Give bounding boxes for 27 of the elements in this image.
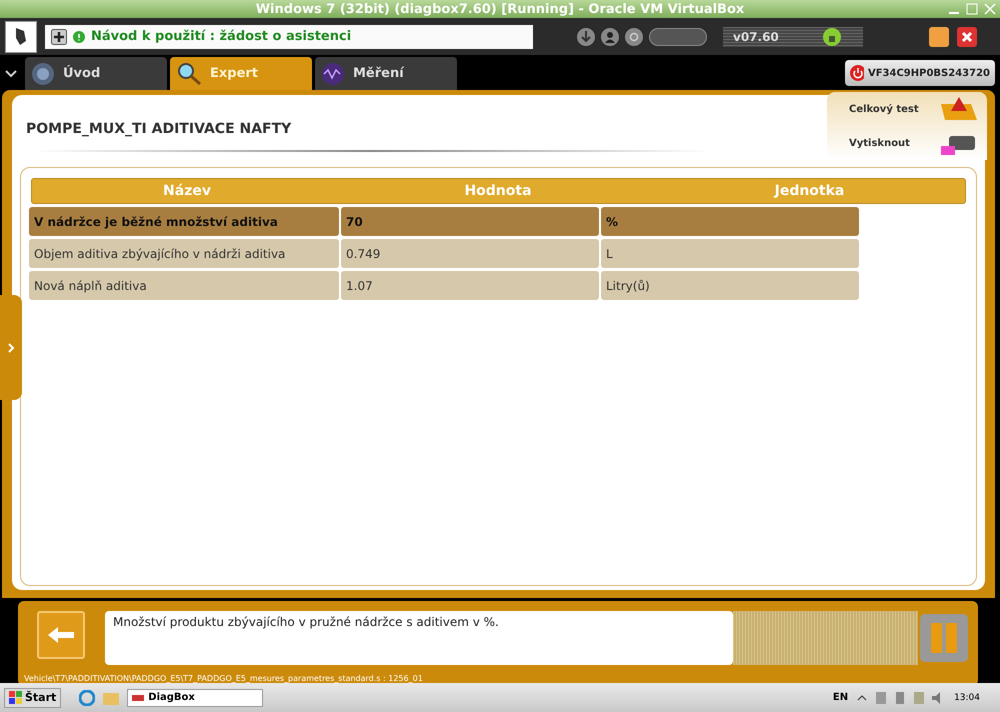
version-text: v07.60 xyxy=(733,30,779,44)
file-path: Vehicle\T7\PADDITIVATION\PADDGO_E5\T7_PADDGO_E5_mesures_parametres_standard.s : 1256_01 xyxy=(24,674,423,683)
table-cell: V nádržce je běžné množství aditiva xyxy=(29,207,339,236)
table-cell: L xyxy=(601,239,859,268)
vin-button[interactable]: VF34C9HP0BS243720 xyxy=(845,60,995,86)
table-cell: Litry(ů) xyxy=(601,271,859,300)
table-cell: Nová náplň aditiva xyxy=(29,271,339,300)
column-header: Název xyxy=(162,183,212,199)
info-text: Návod k použití : žádost o asistenci xyxy=(91,29,352,44)
test-button[interactable]: Celkový test xyxy=(849,96,979,122)
taskbar-item[interactable]: DiagBox xyxy=(127,688,264,706)
print-button[interactable]: Vytisknout xyxy=(849,130,979,156)
column-header: Jednotka xyxy=(772,183,846,199)
table-cell: 70 xyxy=(341,207,599,236)
clock: 13:04 xyxy=(954,692,980,702)
table-cell: % xyxy=(601,207,859,236)
language-indicator[interactable]: EN xyxy=(832,692,848,703)
start-button[interactable]: Štart xyxy=(4,688,62,708)
message-text: Množství produktu zbývajícího v pružné nádržce s aditivem v %. xyxy=(105,611,733,665)
table-cell: 0.749 xyxy=(341,239,599,268)
table-cell: Objem aditiva zbývajícího v nádrži aditiva xyxy=(29,239,339,268)
tab[interactable]: Úvod xyxy=(25,57,167,90)
column-header: Hodnota xyxy=(463,183,533,199)
tab[interactable]: Měření xyxy=(315,57,457,90)
page-title: POMPE_MUX_TI ADITIVACE NAFTY xyxy=(26,121,292,137)
table-cell: 1.07 xyxy=(341,271,599,300)
window-title: Windows 7 (32bit) (diagbox7.60) [Running] - Oracle VM VirtualBox xyxy=(256,2,744,16)
